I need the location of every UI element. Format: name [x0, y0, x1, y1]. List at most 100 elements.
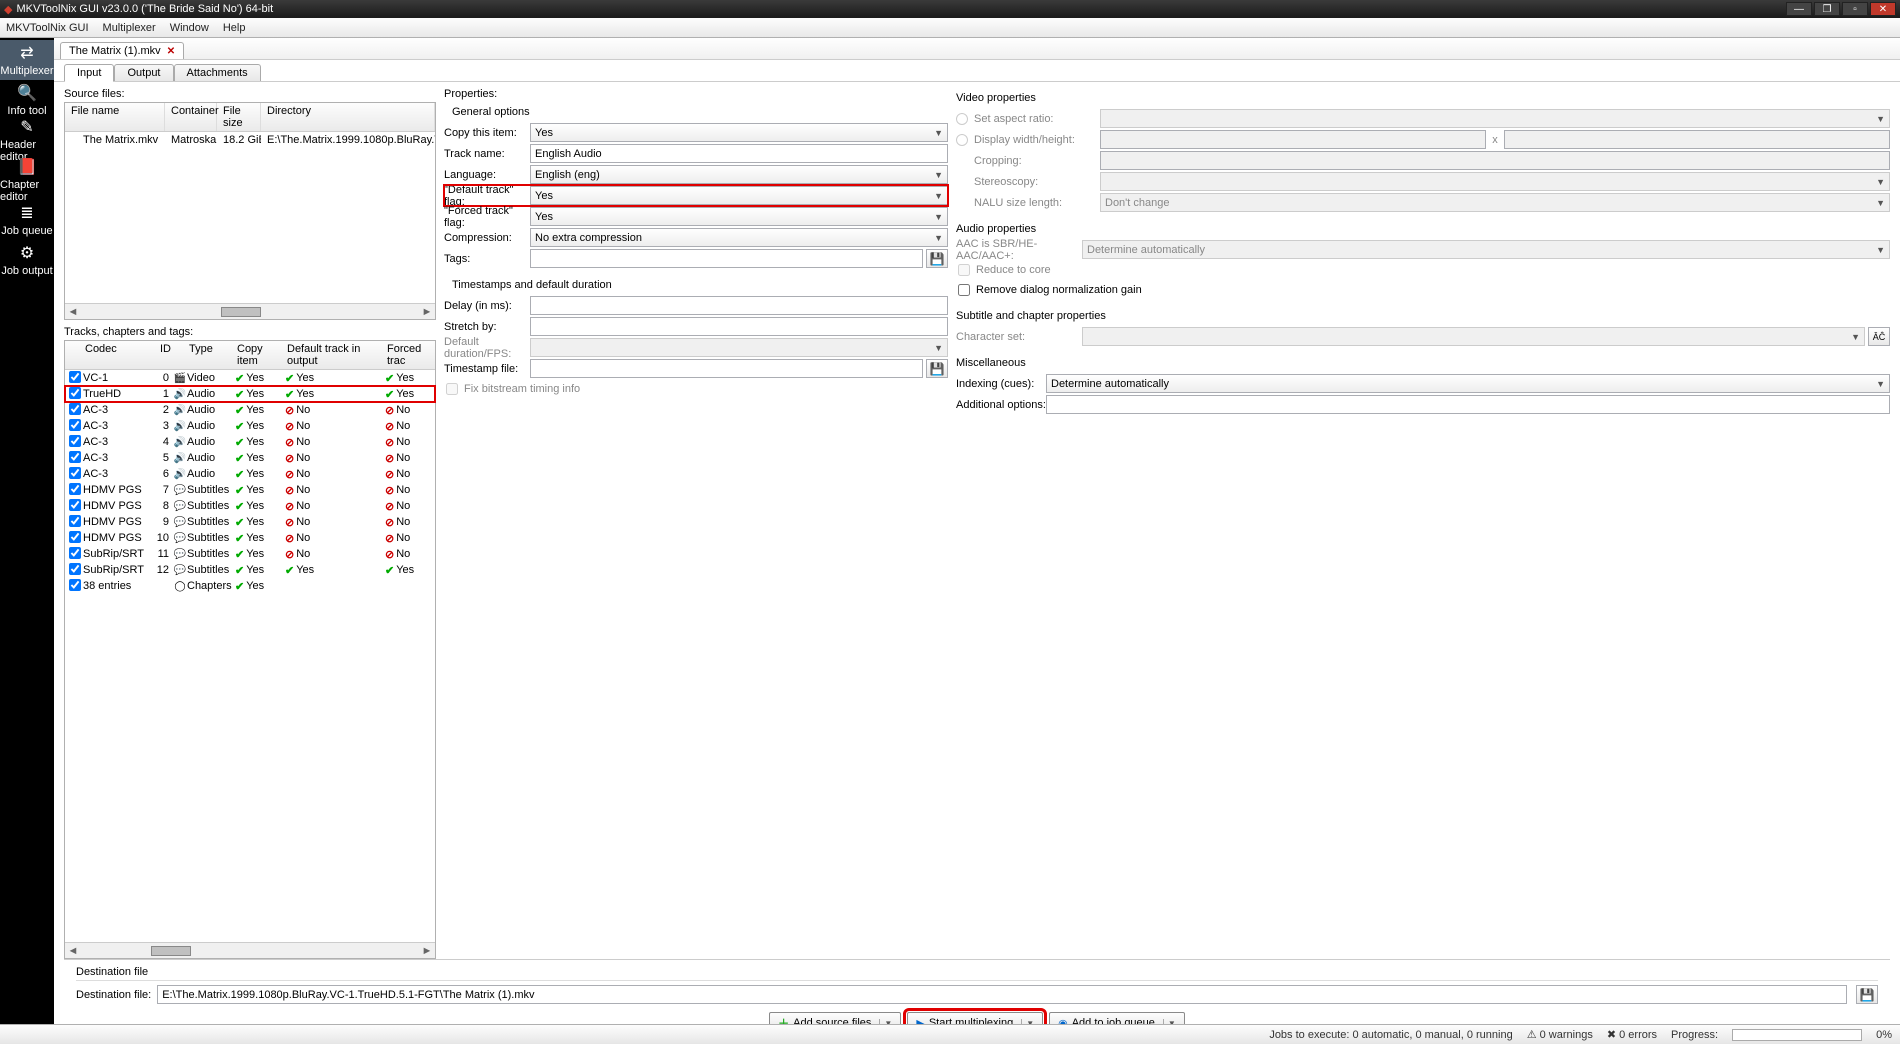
col-directory[interactable]: Directory	[261, 103, 435, 131]
track-copy: ✔ Yes	[235, 484, 285, 497]
destination-browse-button[interactable]: 💾	[1856, 985, 1878, 1004]
track-checkbox[interactable]	[69, 371, 81, 383]
track-type-icon: 💬	[173, 485, 187, 496]
x-separator: x	[1486, 134, 1504, 146]
source-files-list[interactable]: File name Container File size Directory …	[64, 102, 436, 320]
additional-input[interactable]	[1046, 395, 1890, 414]
aspect-ratio-select: ▼	[1100, 109, 1890, 128]
copy-item-select[interactable]: Yes▼	[530, 123, 948, 142]
col-forced[interactable]: Forced trac	[385, 343, 431, 367]
track-row[interactable]: VC-10🎬Video✔ Yes✔ Yes✔ Yes	[65, 370, 435, 386]
col-container[interactable]: Container	[165, 103, 217, 131]
sidebar-chapter-editor[interactable]: 📕Chapter editor	[0, 160, 54, 200]
fix-bitstream-label: Fix bitstream timing info	[464, 383, 580, 395]
tab-output[interactable]: Output	[114, 64, 173, 81]
track-forced: ⊘ No	[385, 500, 431, 513]
menu-multiplexer[interactable]: Multiplexer	[103, 22, 156, 34]
track-row[interactable]: AC-32🔊Audio✔ Yes⊘ No⊘ No	[65, 402, 435, 418]
sidebar-item-label: Multiplexer	[0, 65, 53, 77]
tab-attachments[interactable]: Attachments	[174, 64, 261, 81]
indexing-select[interactable]: Determine automatically▼	[1046, 374, 1890, 393]
close-tab-icon[interactable]: ✕	[167, 46, 175, 57]
col-filesize[interactable]: File size	[217, 103, 261, 131]
track-forced: ⊘ No	[385, 468, 431, 481]
duration-select: ▼	[530, 338, 948, 357]
track-row[interactable]: TrueHD1🔊Audio✔ Yes✔ Yes✔ Yes	[65, 386, 435, 402]
sidebar-job-queue[interactable]: ≣Job queue	[0, 200, 54, 240]
timestamp-file-browse-button[interactable]: 💾	[926, 359, 948, 378]
menu-help[interactable]: Help	[223, 22, 246, 34]
track-checkbox[interactable]	[69, 531, 81, 543]
track-checkbox[interactable]	[69, 499, 81, 511]
file-tab-label: The Matrix (1).mkv	[69, 45, 161, 57]
track-codec: TrueHD	[83, 388, 153, 400]
error-icon: ✖	[1607, 1029, 1616, 1041]
track-checkbox[interactable]	[69, 467, 81, 479]
h-scrollbar[interactable]: ◄►	[65, 942, 435, 958]
tracks-list[interactable]: Codec ID Type Copy item Default track in…	[64, 340, 436, 959]
track-row[interactable]: SubRip/SRT12💬Subtitles✔ Yes✔ Yes✔ Yes	[65, 562, 435, 578]
track-row[interactable]: SubRip/SRT11💬Subtitles✔ Yes⊘ No⊘ No	[65, 546, 435, 562]
default-track-select[interactable]: Yes▼	[530, 186, 948, 205]
tags-browse-button[interactable]: 💾	[926, 249, 948, 268]
timestamp-file-input[interactable]	[530, 359, 923, 378]
track-name-input[interactable]	[530, 144, 948, 163]
track-row[interactable]: AC-35🔊Audio✔ Yes⊘ No⊘ No	[65, 450, 435, 466]
track-checkbox[interactable]	[69, 515, 81, 527]
track-row[interactable]: AC-34🔊Audio✔ Yes⊘ No⊘ No	[65, 434, 435, 450]
delay-input[interactable]	[530, 296, 948, 315]
track-checkbox[interactable]	[69, 579, 81, 591]
track-forced: ⊘ No	[385, 548, 431, 561]
track-checkbox[interactable]	[69, 419, 81, 431]
track-row[interactable]: AC-33🔊Audio✔ Yes⊘ No⊘ No	[65, 418, 435, 434]
track-row[interactable]: HDMV PGS7💬Subtitles✔ Yes⊘ No⊘ No	[65, 482, 435, 498]
destination-input[interactable]	[157, 985, 1847, 1004]
source-file-row[interactable]: The Matrix.mkv Matroska 18.2 GiB E:\The.…	[65, 132, 435, 148]
properties-label: Properties:	[444, 88, 948, 100]
aac-label: AAC is SBR/HE-AAC/AAC+:	[956, 238, 1082, 262]
h-scrollbar[interactable]: ◄►	[65, 303, 435, 319]
maximize2-button[interactable]: ▫	[1842, 2, 1868, 16]
track-row[interactable]: 38 entries◯Chapters✔ Yes	[65, 578, 435, 594]
track-checkbox[interactable]	[69, 387, 81, 399]
sidebar-info-tool[interactable]: 🔍Info tool	[0, 80, 54, 120]
menu-gui[interactable]: MKVToolNix GUI	[6, 22, 89, 34]
charset-preview-button[interactable]: ÂĈ	[1868, 327, 1890, 346]
aspect-ratio-label: Set aspect ratio:	[974, 113, 1100, 125]
menu-window[interactable]: Window	[170, 22, 209, 34]
progress-label: Progress:	[1671, 1029, 1718, 1041]
track-checkbox[interactable]	[69, 563, 81, 575]
track-checkbox[interactable]	[69, 435, 81, 447]
track-id: 10	[153, 532, 173, 544]
stretch-input[interactable]	[530, 317, 948, 336]
sidebar-header-editor[interactable]: ✎Header editor	[0, 120, 54, 160]
col-codec[interactable]: Codec	[83, 343, 153, 367]
remove-dialog-checkbox[interactable]	[958, 284, 970, 296]
track-checkbox[interactable]	[69, 451, 81, 463]
sidebar-multiplexer[interactable]: ⇄Multiplexer	[0, 40, 54, 80]
track-checkbox[interactable]	[69, 403, 81, 415]
close-button[interactable]: ✕	[1870, 2, 1896, 16]
tags-input[interactable]	[530, 249, 923, 268]
file-tab[interactable]: The Matrix (1).mkv ✕	[60, 42, 184, 59]
track-checkbox[interactable]	[69, 483, 81, 495]
tab-input[interactable]: Input	[64, 64, 114, 82]
col-type[interactable]: Type	[187, 343, 235, 367]
track-type-icon: 💬	[173, 549, 187, 560]
compression-select[interactable]: No extra compression▼	[530, 228, 948, 247]
track-row[interactable]: HDMV PGS10💬Subtitles✔ Yes⊘ No⊘ No	[65, 530, 435, 546]
maximize-button[interactable]: ❐	[1814, 2, 1840, 16]
track-row[interactable]: HDMV PGS8💬Subtitles✔ Yes⊘ No⊘ No	[65, 498, 435, 514]
language-select[interactable]: English (eng)▼	[530, 165, 948, 184]
track-row[interactable]: AC-36🔊Audio✔ Yes⊘ No⊘ No	[65, 466, 435, 482]
sidebar-job-output[interactable]: ⚙Job output	[0, 240, 54, 280]
col-filename[interactable]: File name	[65, 103, 165, 131]
minimize-button[interactable]: —	[1786, 2, 1812, 16]
forced-track-select[interactable]: Yes▼	[530, 207, 948, 226]
col-copy[interactable]: Copy item	[235, 343, 285, 367]
col-default[interactable]: Default track in output	[285, 343, 385, 367]
col-id[interactable]: ID	[153, 343, 173, 367]
source-files-label: Source files:	[64, 88, 436, 100]
track-checkbox[interactable]	[69, 547, 81, 559]
track-row[interactable]: HDMV PGS9💬Subtitles✔ Yes⊘ No⊘ No	[65, 514, 435, 530]
